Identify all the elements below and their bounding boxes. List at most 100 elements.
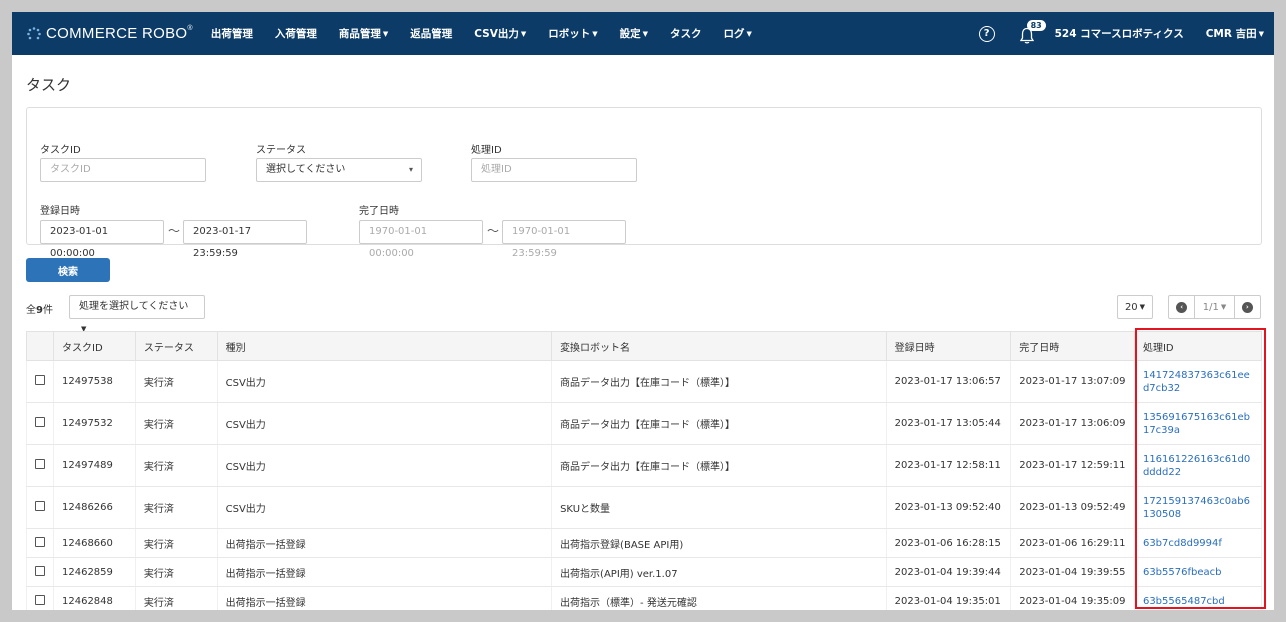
registered-to-input[interactable]: 2023-01-17 23:59:59 (183, 220, 307, 259)
prev-page-button[interactable]: ‹ (1169, 296, 1194, 318)
table-row: 12497489 実行済 CSV出力 商品データ出力【在庫コード（標準）】 20… (26, 444, 1263, 487)
completed-cell: 2023-01-17 13:06:09 (1010, 402, 1135, 445)
nav-settings[interactable]: 設定 ▼ (620, 26, 648, 41)
robot-cell: 出荷指示登録(BASE API用) (551, 528, 887, 558)
row-checkbox[interactable] (35, 565, 45, 576)
help-icon[interactable]: ? (978, 25, 995, 42)
row-checkbox[interactable] (35, 375, 45, 385)
type-cell: CSV出力 (216, 444, 553, 487)
page-select[interactable]: 1/1 ▼ (1194, 296, 1235, 318)
process-id-link[interactable]: 63b5565487cbd (1143, 595, 1253, 608)
registered-date-label: 登録日時 (40, 206, 80, 217)
pagination: ‹ 1/1 ▼ › (1168, 295, 1261, 319)
registered-cell: 2023-01-17 12:58:11 (885, 444, 1012, 487)
nav-shipping[interactable]: 出荷管理 (211, 26, 253, 41)
type-cell: 出荷指示一括登録 (216, 586, 553, 610)
column-header[interactable]: 処理ID (1133, 331, 1263, 361)
robot-cell: 商品データ出力【在庫コード（標準）】 (551, 444, 887, 487)
nav-receiving[interactable]: 入荷管理 (275, 26, 317, 41)
chevron-down-icon: ▼ (520, 30, 527, 38)
completed-date-label: 完了日時 (359, 206, 399, 217)
chevron-down-icon: ▼ (1220, 303, 1227, 311)
notification-badge: 83 (1026, 19, 1046, 31)
column-header[interactable]: 種別 (216, 331, 553, 361)
chevron-down-icon: ▼ (1258, 30, 1264, 38)
row-checkbox[interactable] (35, 501, 45, 511)
type-cell: 出荷指示一括登録 (216, 557, 553, 587)
completed-cell: 2023-01-06 16:29:11 (1010, 528, 1135, 558)
row-checkbox[interactable] (35, 459, 45, 469)
process-id-link[interactable]: 135691675163c61eb17c39a (1143, 411, 1253, 437)
row-checkbox[interactable] (35, 594, 45, 605)
task-id-cell: 12497532 (53, 402, 136, 445)
process-id-link[interactable]: 63b7cd8d9994f (1143, 537, 1253, 550)
status-cell: 実行済 (134, 586, 218, 610)
search-button[interactable]: 検索 (26, 258, 110, 282)
process-id-link[interactable]: 63b5576fbeacb (1143, 566, 1253, 579)
select-column-header (26, 331, 54, 361)
table-row: 12486266 実行済 CSV出力 SKUと数量 2023-01-13 09:… (26, 486, 1263, 529)
filter-panel: タスクID タスクID ステータス 選択してください 処理ID 処理ID 登録日… (26, 107, 1262, 259)
nav-robot[interactable]: ロボット ▼ (548, 26, 597, 41)
column-header[interactable]: 完了日時 (1010, 331, 1135, 361)
nav-tasks[interactable]: タスク (670, 26, 702, 41)
logo[interactable]: COMMERCE ROBO® (26, 25, 193, 42)
completed-cell: 2023-01-13 09:52:49 (1010, 486, 1135, 529)
table-row: 12462848 実行済 出荷指示一括登録 出荷指示（標準）- 発送元確認 20… (26, 586, 1263, 610)
process-id-link[interactable]: 141724837363c61eed7cb32 (1143, 369, 1253, 395)
per-page-select[interactable]: 20 ▼ (1117, 295, 1153, 319)
table-header-row: タスクID ステータス 種別 変換ロボット名 登録日時 完了日時 処理ID (26, 331, 1263, 361)
nav-csv-export[interactable]: CSV出力 ▼ (474, 26, 526, 41)
next-page-button[interactable]: › (1235, 296, 1260, 318)
status-cell: 実行済 (134, 402, 218, 445)
main-nav: 出荷管理 入荷管理 商品管理 ▼ 返品管理 CSV出力 ▼ ロボット ▼ 設定 ▼ タス… (211, 26, 774, 41)
registered-cell: 2023-01-17 13:05:44 (885, 402, 1012, 445)
page-title: タスク (26, 76, 72, 94)
type-cell: CSV出力 (216, 402, 553, 445)
company-name[interactable]: 524 コマースロボティクス (1055, 26, 1184, 41)
robot-cell: 商品データ出力【在庫コード（標準）】 (551, 360, 887, 403)
type-cell: 出荷指示一括登録 (216, 528, 553, 558)
registered-cell: 2023-01-04 19:35:01 (885, 586, 1012, 610)
user-menu[interactable]: CMR 吉田 ▼ (1206, 26, 1264, 41)
table-row: 12462859 実行済 出荷指示一括登録 出荷指示(API用) ver.1.0… (26, 557, 1263, 587)
chevron-right-icon: › (1241, 301, 1253, 313)
task-id-input[interactable]: タスクID (40, 158, 206, 182)
logo-text: COMMERCE ROBO® (46, 25, 193, 42)
robot-cell: 商品データ出力【在庫コード（標準）】 (551, 402, 887, 445)
robot-cell: 出荷指示(API用) ver.1.07 (551, 557, 887, 587)
nav-logs[interactable]: ログ ▼ (724, 26, 752, 41)
process-id-label: 処理ID (471, 145, 502, 156)
nav-returns[interactable]: 返品管理 (410, 26, 452, 41)
process-id-link[interactable]: 172159137463c0ab6130508 (1143, 495, 1253, 521)
column-header[interactable]: 登録日時 (885, 331, 1012, 361)
top-navbar: COMMERCE ROBO® 出荷管理 入荷管理 商品管理 ▼ 返品管理 CSV出… (12, 12, 1274, 55)
registered-cell: 2023-01-13 09:52:40 (885, 486, 1012, 529)
chevron-left-icon: ‹ (1176, 301, 1188, 313)
logo-mark-icon (27, 26, 41, 39)
completed-from-input[interactable]: 1970-01-01 00:00:00 (359, 220, 483, 259)
column-header[interactable]: ステータス (134, 331, 218, 361)
process-id-link[interactable]: 116161226163c61d0dddd22 (1143, 453, 1253, 479)
status-select[interactable]: 選択してください (256, 158, 422, 182)
status-cell: 実行済 (134, 444, 218, 487)
column-header[interactable]: タスクID (53, 331, 136, 361)
completed-to-input[interactable]: 1970-01-01 23:59:59 (502, 220, 626, 259)
nav-products[interactable]: 商品管理 ▼ (339, 26, 388, 41)
row-checkbox[interactable] (35, 536, 45, 547)
registered-cell: 2023-01-17 13:06:57 (885, 360, 1012, 403)
status-cell: 実行済 (134, 360, 218, 403)
row-checkbox[interactable] (35, 417, 45, 427)
column-header[interactable]: 変換ロボット名 (551, 331, 887, 361)
status-cell: 実行済 (134, 528, 218, 558)
bulk-action-select[interactable]: 処理を選択してください▼ (69, 295, 205, 333)
task-id-label: タスクID (40, 145, 81, 156)
registered-from-input[interactable]: 2023-01-01 00:00:00 (40, 220, 164, 259)
type-cell: CSV出力 (216, 486, 553, 529)
task-id-cell: 12497489 (53, 444, 136, 487)
app-window: COMMERCE ROBO® 出荷管理 入荷管理 商品管理 ▼ 返品管理 CSV出… (12, 12, 1274, 610)
notifications-button[interactable]: 83 (1019, 19, 1046, 44)
process-id-input[interactable]: 処理ID (471, 158, 637, 182)
robot-cell: SKUと数量 (551, 486, 887, 529)
chevron-down-icon: ▼ (382, 30, 389, 38)
